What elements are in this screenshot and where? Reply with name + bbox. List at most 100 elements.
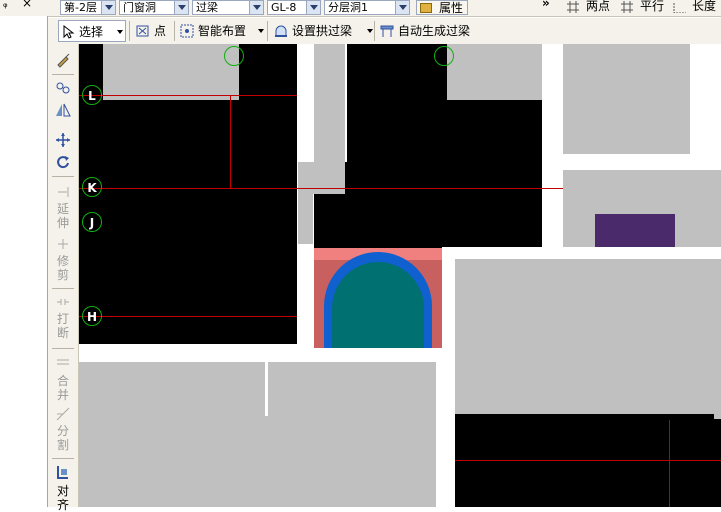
code-select[interactable]: GL-8 [267, 0, 321, 15]
wall-block[interactable] [714, 259, 721, 419]
grid-axis-k-label[interactable]: K [82, 177, 102, 197]
merge-tool[interactable]: 合并 [54, 374, 72, 402]
chevron-down-icon[interactable] [395, 1, 409, 14]
toolbar-separator [52, 288, 74, 289]
toolbar-separator [52, 458, 74, 459]
point-icon [136, 25, 149, 37]
copy-icon[interactable] [55, 80, 71, 96]
point-button[interactable]: 点 [134, 20, 172, 42]
arch-opening-drawing[interactable] [314, 248, 442, 348]
select-button[interactable]: 选择 [58, 20, 126, 42]
wall-block[interactable] [103, 44, 239, 100]
white-strip [442, 247, 721, 259]
wall-block[interactable] [314, 44, 345, 162]
wall-block[interactable] [455, 259, 721, 414]
white-strip [690, 44, 721, 154]
toolbar-separator [267, 21, 268, 41]
align-icon [57, 466, 68, 479]
break-tool[interactable]: 打断 [54, 312, 72, 340]
toolbar-separator [52, 74, 74, 75]
parallel-icon [621, 1, 633, 13]
chevron-down-icon[interactable] [367, 29, 373, 33]
modify-toolbar: 延伸 修剪 打断 合并 分割 对齐 [48, 44, 79, 512]
extend-tool[interactable]: 延伸 [54, 202, 72, 230]
parallel-button[interactable]: 平行 [618, 0, 668, 15]
white-strip [345, 44, 347, 162]
set-arch-label: 设置拱过梁 [292, 24, 353, 38]
properties-icon [420, 3, 432, 13]
axis-line-h [79, 316, 297, 317]
axis-line-k [79, 188, 563, 189]
layer-select[interactable]: 分层洞1 [324, 0, 410, 15]
wall-block[interactable] [447, 44, 542, 100]
brush-icon[interactable] [55, 52, 71, 68]
chevron-down-icon[interactable] [174, 1, 188, 14]
two-point-label: 两点 [586, 0, 611, 13]
smart-layout-icon [180, 24, 194, 38]
category-select[interactable]: 门窗洞 [119, 0, 189, 15]
properties-button[interactable]: 属性 [416, 0, 468, 15]
white-strip [265, 356, 268, 416]
merge-icon [57, 359, 69, 365]
extend-icon [58, 187, 69, 197]
grid-bubble[interactable] [434, 46, 454, 66]
top-toolbar: ᵩ × 第-2层 门窗洞 过梁 GL-8 分层洞1 属性 » 两点 平行 长度 [0, 0, 721, 17]
floor-select[interactable]: 第-2层 [60, 0, 116, 15]
drawing-toolbar: 选择 点 智能布置 设置拱过梁 自动生成过梁 [48, 18, 721, 45]
element-select[interactable]: 过梁 [192, 0, 264, 15]
side-panel [0, 16, 48, 507]
rotate-icon[interactable] [55, 154, 71, 170]
pin-icon[interactable]: ᵩ [3, 0, 8, 10]
wall-block[interactable] [563, 44, 690, 154]
trim-icon [58, 239, 68, 249]
wall-block[interactable] [79, 362, 436, 507]
auto-generate-lintel-button[interactable]: 自动生成过梁 [378, 20, 480, 42]
grid-axis-h-label[interactable]: H [82, 306, 102, 326]
chevron-down-icon[interactable] [101, 1, 115, 14]
drawing-canvas[interactable]: L K J H [79, 44, 721, 507]
move-icon[interactable] [55, 132, 71, 148]
align-tool[interactable]: 对齐 [54, 484, 72, 512]
parallel-label: 平行 [640, 0, 665, 13]
set-arch-lintel-button[interactable]: 设置拱过梁 [272, 20, 373, 42]
chevron-down-icon[interactable] [258, 29, 264, 33]
length-label: 长度 [692, 0, 717, 13]
white-strip [542, 44, 563, 247]
chevron-down-icon[interactable] [249, 1, 263, 14]
toolbar-separator [129, 21, 130, 41]
code-select-value: GL-8 [271, 1, 297, 14]
wall-block[interactable] [298, 162, 345, 194]
smart-layout-button[interactable]: 智能布置 [178, 20, 266, 42]
properties-label: 属性 [439, 1, 464, 15]
chevron-down-icon[interactable] [306, 1, 320, 14]
mirror-icon[interactable] [55, 102, 71, 118]
chevron-down-icon[interactable] [117, 30, 123, 34]
axis-line [455, 460, 721, 461]
two-point-button[interactable]: 两点 [564, 0, 614, 15]
layer-select-value: 分层洞1 [328, 1, 368, 14]
axis-line [669, 420, 670, 507]
length-button[interactable]: 长度 [671, 0, 721, 15]
axis-line-l [79, 95, 297, 96]
select-label: 选择 [79, 25, 104, 39]
wall-block[interactable] [298, 194, 313, 244]
toolbar-separator [174, 21, 175, 41]
toolbar-separator [52, 348, 74, 349]
grid-bubble[interactable] [224, 46, 244, 66]
split-tool[interactable]: 分割 [54, 424, 72, 452]
cursor-icon [63, 25, 75, 39]
break-icon [57, 299, 69, 305]
purple-block[interactable] [595, 214, 675, 250]
grid-axis-j-label[interactable]: J [82, 212, 102, 232]
white-strip [563, 154, 721, 170]
toolbar-separator [52, 176, 74, 177]
toolbar-separator [374, 21, 375, 41]
category-select-value: 门窗洞 [123, 1, 156, 14]
close-icon[interactable]: × [22, 0, 32, 10]
overflow-icon[interactable]: » [542, 0, 550, 10]
split-icon [56, 407, 70, 421]
point-label: 点 [154, 24, 167, 38]
grid-axis-l-label[interactable]: L [82, 85, 102, 105]
trim-tool[interactable]: 修剪 [54, 254, 72, 282]
length-icon [673, 3, 686, 13]
